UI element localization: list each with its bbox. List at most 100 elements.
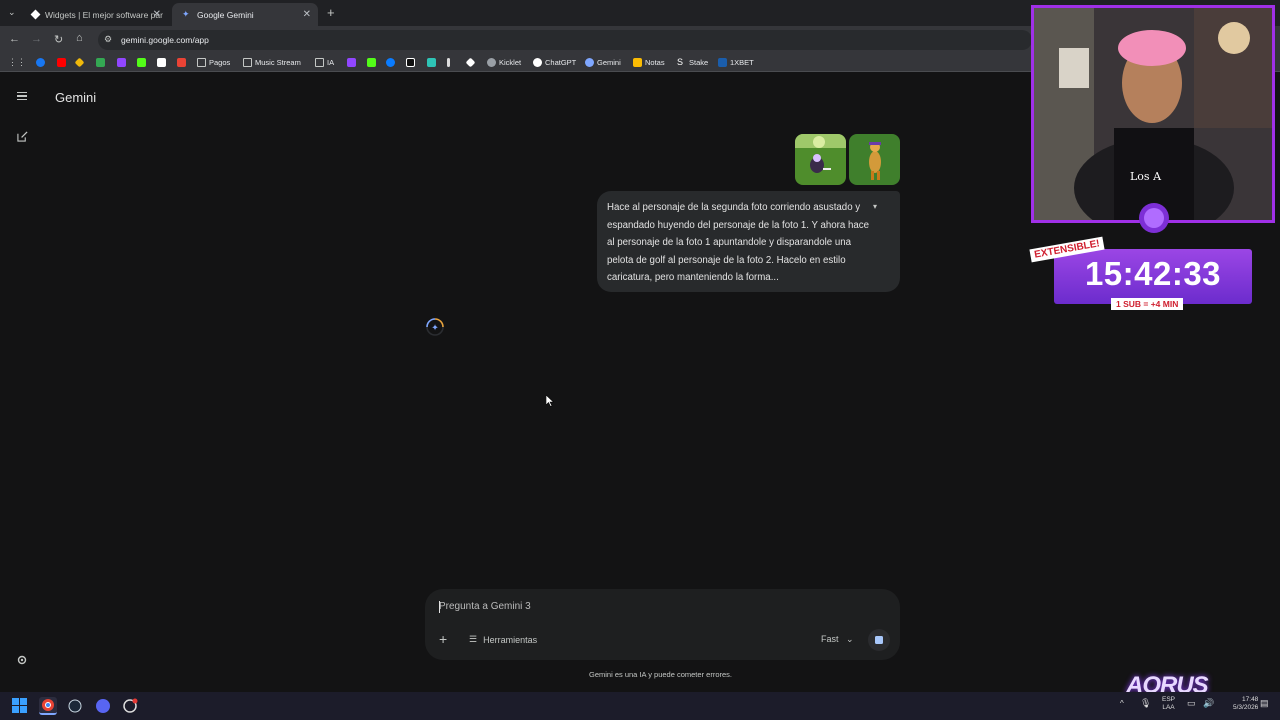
tools-button[interactable]: ☰ Herramientas [469, 634, 537, 645]
steam-taskbar-icon[interactable] [66, 697, 84, 715]
shirt-text: Los A [1130, 170, 1162, 183]
volume-icon[interactable]: 🔊 [1203, 698, 1214, 709]
back-icon[interactable]: ← [9, 33, 20, 45]
add-attachment-icon[interactable]: + [439, 631, 447, 647]
bookmark-label: Stake [689, 58, 709, 67]
settings-gear-icon[interactable] [16, 654, 28, 666]
microphone-icon[interactable]: 🎙 [1140, 698, 1151, 709]
tab-google-gemini[interactable]: ✦ Google Gemini ✕ [172, 3, 318, 26]
home-icon[interactable]: ⌂ [76, 32, 83, 44]
chevron-down-icon: ⌄ [846, 634, 854, 644]
tab-title: Google Gemini [197, 9, 254, 20]
close-tab-icon[interactable]: ✕ [153, 9, 161, 20]
model-selector[interactable]: Fast ⌄ [821, 634, 854, 645]
language-indicator[interactable]: ESP LAA [1162, 696, 1175, 712]
loading-spinner-icon: ✦ [426, 318, 444, 336]
app-logo-icon [123, 698, 138, 713]
kick-bookmark[interactable] [367, 57, 379, 68]
twitch-bookmark[interactable] [117, 57, 129, 68]
bookmark-label: 1XBET [730, 58, 754, 67]
bookmark-label: Kicklet [499, 58, 522, 67]
app-bookmark[interactable] [427, 57, 439, 68]
notifications-icon[interactable]: ▤ [1260, 698, 1269, 709]
drive-bookmark[interactable] [96, 57, 108, 68]
bookmark-music-stream[interactable]: Music Stream [243, 57, 301, 68]
stop-response-button[interactable] [868, 629, 890, 651]
main-menu-icon[interactable] [17, 92, 27, 100]
youtube-bookmark[interactable] [57, 57, 69, 68]
svg-text:✦: ✦ [431, 324, 439, 334]
app-taskbar-icon[interactable] [121, 697, 139, 715]
tab-widgets[interactable]: Widgets | El mejor software par ✕ [22, 3, 168, 26]
expand-message-chevron-icon[interactable]: ▾ [873, 202, 877, 211]
address-bar[interactable] [98, 30, 1032, 50]
clock[interactable]: 17:48 5/3/2026 [1233, 696, 1258, 712]
clock-time: 17:48 [1242, 696, 1259, 703]
prompt-composer [425, 589, 900, 660]
url-text[interactable]: gemini.google.com/app [121, 35, 209, 45]
disclaimer-text: Gemini es una IA y puede cometer errores… [589, 670, 732, 679]
binance-bookmark[interactable] [74, 57, 86, 68]
facebook-bookmark[interactable] [36, 57, 48, 68]
close-tab-icon[interactable]: ✕ [303, 9, 311, 20]
language-region: LAA [1162, 704, 1175, 711]
tools-label: Herramientas [483, 634, 538, 645]
page-title: Gemini [55, 90, 97, 105]
webcam-overlay: Los A [1031, 5, 1275, 223]
tab-search-chevron-icon[interactable]: ⌄ [8, 7, 16, 18]
user-message-text: Hace al personaje de la segunda foto cor… [607, 202, 869, 283]
prompt-input[interactable]: Pregunta a Gemini 3 [439, 601, 531, 612]
user-message-bubble: Hace al personaje de la segunda foto cor… [597, 191, 900, 292]
bookmark-label: IA [327, 58, 335, 67]
clock-date: 5/3/2026 [1233, 704, 1259, 711]
bookmark-label: Notas [645, 58, 665, 67]
webcam-streamer-image: Los A [1034, 8, 1272, 220]
image-thumbnail-golf-character [795, 134, 846, 185]
streaming-bookmark[interactable] [157, 57, 169, 68]
bookmark-label: Music Stream [255, 58, 301, 67]
bookmark-stake[interactable]: S Stake [677, 57, 708, 68]
bookmark-1xbet[interactable]: 1XBET [718, 57, 754, 68]
mouse-cursor-icon [546, 395, 554, 407]
model-label: Fast [821, 634, 839, 644]
bookmark-label: Gemini [597, 58, 621, 67]
gemini-favicon-icon: ✦ [182, 9, 190, 19]
app-bookmark[interactable] [465, 57, 477, 68]
bookmark-kicklet[interactable]: Kicklet [487, 57, 521, 68]
attached-image-2[interactable] [849, 134, 900, 185]
bookmark-notas[interactable]: Notas [633, 57, 665, 68]
reload-icon[interactable]: ↻ [54, 33, 63, 46]
bookmark-pagos[interactable]: Pagos [197, 57, 230, 68]
tab-title: Widgets | El mejor software par [45, 9, 163, 20]
windows-start-icon[interactable] [12, 698, 27, 713]
forward-icon[interactable]: → [31, 33, 42, 45]
site-info-icon[interactable]: ⚙ [104, 34, 112, 45]
bookmark-label: Pagos [209, 58, 231, 67]
apps-grid-icon[interactable]: ⋮⋮ [8, 57, 26, 68]
tools-sliders-icon: ☰ [469, 634, 478, 644]
tray-overflow-icon[interactable]: ^ [1120, 699, 1124, 708]
sub-rate-note: 1 SUB = +4 MIN [1111, 298, 1184, 310]
image-thumbnail-cartoon-character [849, 134, 900, 185]
new-chat-icon[interactable] [17, 131, 28, 142]
bookmark-gemini[interactable]: Gemini [585, 57, 621, 68]
bookmark-chatgpt[interactable]: ChatGPT [533, 57, 576, 68]
attached-image-1[interactable] [795, 134, 846, 185]
streamer-mascot-icon [1139, 203, 1169, 233]
text-caret [439, 601, 440, 613]
discord-taskbar-icon[interactable] [94, 697, 112, 715]
twitch-bookmark[interactable] [347, 57, 359, 68]
steam-logo-icon [68, 699, 82, 713]
gmail-bookmark[interactable] [177, 57, 189, 68]
language-code: ESP [1162, 696, 1176, 703]
meta-bookmark[interactable] [386, 57, 398, 68]
bookmark-label: ChatGPT [545, 58, 577, 67]
kick-bookmark[interactable] [137, 57, 149, 68]
bookmark-ia[interactable]: IA [315, 57, 334, 68]
tiktok-bookmark[interactable] [406, 57, 418, 68]
app-bookmark[interactable] [447, 57, 453, 68]
chrome-taskbar-icon[interactable] [39, 697, 57, 715]
network-icon[interactable]: ▭ [1187, 698, 1196, 709]
widgets-favicon-icon [30, 9, 41, 20]
new-tab-icon[interactable]: + [327, 5, 335, 20]
